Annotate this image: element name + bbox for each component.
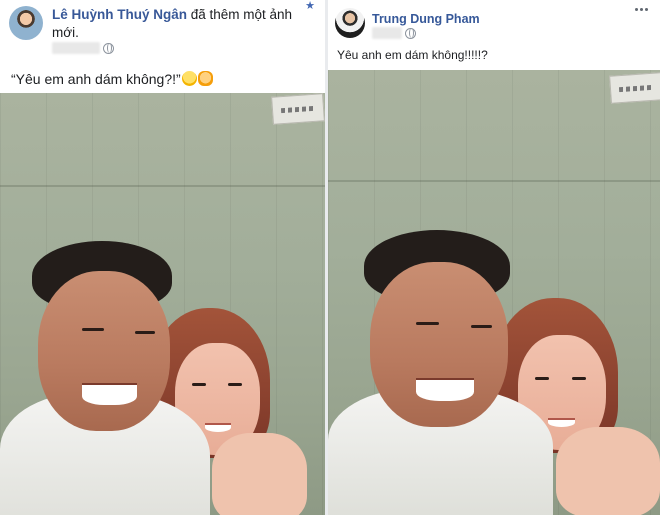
post-caption: Yêu anh em dám không!!!!!?	[337, 46, 488, 64]
woman-smile	[548, 418, 575, 427]
man-eye	[135, 331, 155, 334]
more-options-icon[interactable]	[635, 8, 648, 11]
caption-text: Yêu anh em dám không!!!!!?	[337, 48, 488, 62]
man-face	[38, 271, 170, 431]
post-timestamp-blurred[interactable]	[372, 27, 402, 39]
wall-seam	[0, 185, 325, 187]
post-header-text: Lê Huỳnh Thuý Ngân đã thêm một ảnh mới.	[52, 6, 314, 42]
author-avatar[interactable]	[335, 8, 365, 38]
star-icon[interactable]: ★	[305, 0, 315, 12]
caption-text: “Yêu em anh dám không?!”	[11, 71, 181, 87]
man-smile	[82, 383, 137, 405]
man-face	[370, 262, 508, 427]
post-trung-dung: Trung Dung Pham Yêu anh em dám không!!!!…	[328, 0, 660, 515]
man-eye	[82, 328, 104, 331]
wall-sign	[609, 72, 660, 104]
post-thuy-ngan: Lê Huỳnh Thuý Ngân đã thêm một ảnh mới. …	[0, 0, 325, 515]
man-eye	[416, 322, 439, 325]
post-timestamp-blurred[interactable]	[52, 42, 100, 54]
author-avatar[interactable]	[9, 6, 43, 40]
globe-icon	[405, 27, 416, 39]
woman-eye	[535, 377, 549, 380]
woman-eye	[228, 383, 242, 386]
post-caption: “Yêu em anh dám không?!”	[11, 70, 213, 88]
post-photo[interactable]	[328, 70, 660, 515]
author-name-link[interactable]: Trung Dung Pham	[372, 12, 480, 26]
author-name-link[interactable]: Lê Huỳnh Thuý Ngân	[52, 7, 187, 22]
woman-eye	[572, 377, 586, 380]
man-eye	[471, 325, 492, 328]
post-header-text: Trung Dung Pham	[372, 10, 602, 28]
wall-sign	[271, 93, 325, 125]
post-meta	[52, 42, 114, 54]
post-meta	[372, 27, 416, 39]
post-photo[interactable]	[0, 93, 325, 515]
man-smile	[416, 378, 474, 401]
raising-hands-emoji	[197, 71, 213, 86]
wall-seam	[328, 180, 660, 182]
rofl-emoji	[181, 71, 197, 86]
woman-hand	[556, 427, 660, 515]
woman-eye	[192, 383, 206, 386]
woman-hand	[212, 433, 307, 515]
globe-icon	[103, 42, 114, 54]
woman-smile	[205, 423, 231, 432]
